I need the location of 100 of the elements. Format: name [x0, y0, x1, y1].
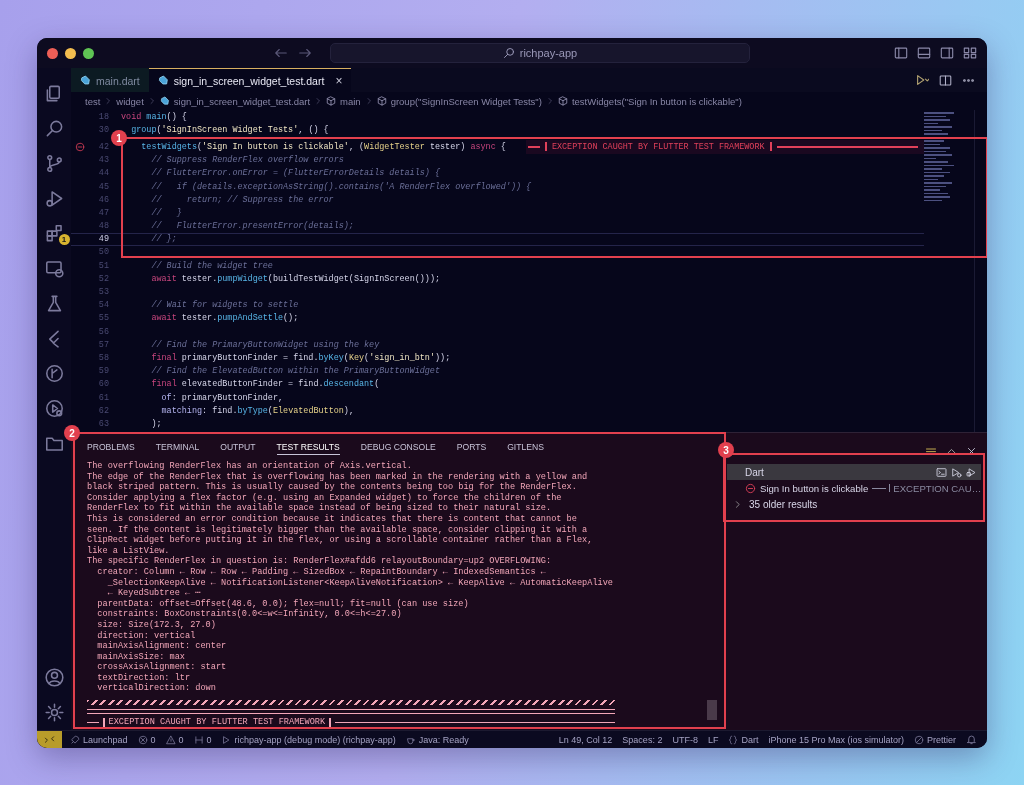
- breadcrumb-item[interactable]: main: [340, 95, 361, 107]
- scrollbar-thumb[interactable]: [707, 700, 717, 720]
- status-item[interactable]: Dart: [728, 734, 759, 745]
- secondary-sidebar-icon[interactable]: [940, 46, 954, 60]
- search-icon[interactable]: [44, 119, 64, 138]
- status-item[interactable]: Prettier: [914, 734, 956, 745]
- code-line: // FlutterError.onError = (FlutterErrorDetails details) {: [150, 168, 440, 179]
- line-number: 60: [97, 379, 109, 390]
- chevron-icon: [147, 97, 156, 105]
- status-item[interactable]: 0: [137, 734, 156, 745]
- forward-arrow-icon[interactable]: [298, 46, 312, 60]
- status-item[interactable]: 0: [193, 734, 212, 745]
- close-button[interactable]: [47, 47, 58, 59]
- output-line: verticalDirection: down: [96, 683, 217, 695]
- back-arrow-icon[interactable]: [274, 46, 288, 60]
- panel-layout-icon[interactable]: [917, 46, 931, 60]
- output-line: crossAxisAlignment: start: [96, 662, 228, 673]
- panel-tab[interactable]: PROBLEMS: [87, 442, 135, 454]
- account-icon[interactable]: [44, 668, 64, 687]
- editor-tab[interactable]: main.dart: [71, 68, 149, 92]
- editor-tab[interactable]: sign_in_screen_widget_test.dart ×: [148, 68, 352, 92]
- line-number: 56: [97, 326, 109, 337]
- code-line: );: [150, 418, 162, 429]
- output-line: seen. If the content is legitimately bigger than the available space, consider clipping it with a: [87, 524, 589, 535]
- extensions-icon[interactable]: [44, 224, 64, 243]
- status-item[interactable]: Spaces: 2: [622, 734, 663, 745]
- chevron-icon[interactable]: [733, 499, 742, 509]
- ports-icon: [193, 734, 204, 745]
- chevron-icon: [545, 97, 554, 105]
- inline-error: EXCEPTION CAUGHT BY FLUTTER TEST FRAMEWORK: [525, 140, 924, 154]
- breadcrumb-item[interactable]: testWidgets("Sign In button is clickable"): [571, 95, 742, 107]
- output-line: black striped pattern. This is usually caused by the contents being too big for the RenderFlex.: [87, 482, 578, 493]
- older-results-item[interactable]: 35 older results: [749, 498, 818, 510]
- status-item[interactable]: Java: Ready: [405, 734, 469, 745]
- test-group-row[interactable]: Dart: [727, 464, 981, 480]
- panel-tab[interactable]: GITLENS: [507, 442, 544, 454]
- breadcrumb-item[interactable]: widget: [116, 95, 144, 107]
- failed-status-icon: [745, 482, 756, 494]
- prettier-icon: [914, 734, 924, 745]
- line-number: 18: [97, 111, 109, 122]
- breadcrumb-item[interactable]: sign_in_screen_widget_test.dart: [173, 95, 311, 107]
- status-item[interactable]: LF: [707, 734, 719, 745]
- source-control-icon[interactable]: [44, 154, 64, 173]
- line-number: 46: [97, 194, 109, 205]
- settings-icon[interactable]: [44, 703, 64, 722]
- device-icon[interactable]: [44, 399, 64, 418]
- output-line: size: Size(172.3, 27.0): [96, 619, 217, 631]
- test-name[interactable]: Sign In button is clickable: [760, 482, 869, 494]
- panel-tab[interactable]: TEST RESULTS: [276, 442, 340, 455]
- minimize-button[interactable]: [65, 47, 76, 59]
- panel-tab[interactable]: PORTS: [456, 442, 487, 454]
- run-caret-icon[interactable]: [915, 73, 929, 87]
- code-line: // FlutterError.presentError(details);: [150, 221, 354, 232]
- maximize-button[interactable]: [83, 47, 94, 59]
- chevron-icon: [314, 97, 323, 105]
- panel-tab[interactable]: DEBUG CONSOLE: [360, 442, 436, 454]
- breadcrumb-item[interactable]: group("SignInScreen Widget Tests"): [390, 95, 542, 107]
- line-number: 43: [97, 155, 109, 166]
- customize-layout-icon[interactable]: [963, 46, 977, 60]
- status-item[interactable]: UTF-8: [672, 734, 698, 745]
- chevron-icon: [364, 97, 373, 105]
- output-line: parentData: offset=Offset(48.6, 0.0); flex=null; fit=null (can use size): [96, 598, 470, 609]
- line-number: 44: [97, 168, 109, 179]
- git-graph-icon[interactable]: [44, 364, 64, 383]
- code-line: // Wait for widgets to settle: [150, 300, 299, 311]
- notifications-icon[interactable]: [966, 734, 977, 745]
- line-number: 42: [97, 141, 109, 152]
- code-line: // };: [150, 234, 177, 245]
- output-line: textDirection: ltr: [96, 672, 192, 683]
- debug-icon: [221, 734, 232, 745]
- run-test-icon[interactable]: [951, 466, 962, 478]
- panel-tab[interactable]: OUTPUT: [220, 442, 256, 454]
- status-item[interactable]: Ln 49, Col 12: [558, 734, 613, 745]
- status-item[interactable]: richpay-app (debug mode) (richpay-app): [221, 734, 396, 745]
- close-tab-button[interactable]: ×: [335, 73, 343, 88]
- line-number: 51: [97, 260, 109, 271]
- output-line: This is considered an error condition because it indicates that there is content that cannot be: [87, 513, 578, 525]
- output-line: creator: Column ← Row ← Row ← Padding ← SizedBox ← RepaintBoundary ← IndexedSemantics ←: [96, 566, 547, 578]
- output-line: constraints: BoxConstraints(0.0<=w<=Infinity, 0.0<=h<=27.0): [96, 609, 403, 620]
- line-number: 52: [97, 273, 109, 284]
- status-item[interactable]: 0: [165, 734, 184, 745]
- breadcrumb-item[interactable]: test: [85, 95, 101, 107]
- output-line: The edge of the RenderFlex that is overflowing has been marked in the rendering with a yellow and: [87, 471, 589, 482]
- search-field[interactable]: richpay-app: [330, 43, 750, 63]
- debug-test-icon[interactable]: [966, 466, 977, 478]
- split-editor-icon[interactable]: [939, 73, 952, 87]
- dart-file-icon: [157, 75, 169, 86]
- remote-explorer-icon[interactable]: [44, 259, 64, 278]
- rocket-icon: [70, 734, 80, 745]
- error-icon[interactable]: [75, 141, 85, 152]
- panel-tab[interactable]: TERMINAL: [155, 442, 200, 454]
- output-line: like a ListView.: [87, 545, 171, 556]
- code-line: // Find the PrimaryButtonWidget using the key: [150, 339, 380, 350]
- run-debug-icon[interactable]: [44, 189, 64, 208]
- code-line: // if (details.exceptionAsString().contains('A RenderFlex overflowed')) {: [150, 181, 532, 192]
- terminal-icon[interactable]: [936, 466, 947, 478]
- folder-icon[interactable]: [44, 434, 64, 453]
- sidebar-layout-icon[interactable]: [894, 46, 908, 60]
- status-item[interactable]: iPhone 15 Pro Max (ios simulator): [768, 734, 904, 745]
- status-item[interactable]: Launchpad: [70, 734, 128, 745]
